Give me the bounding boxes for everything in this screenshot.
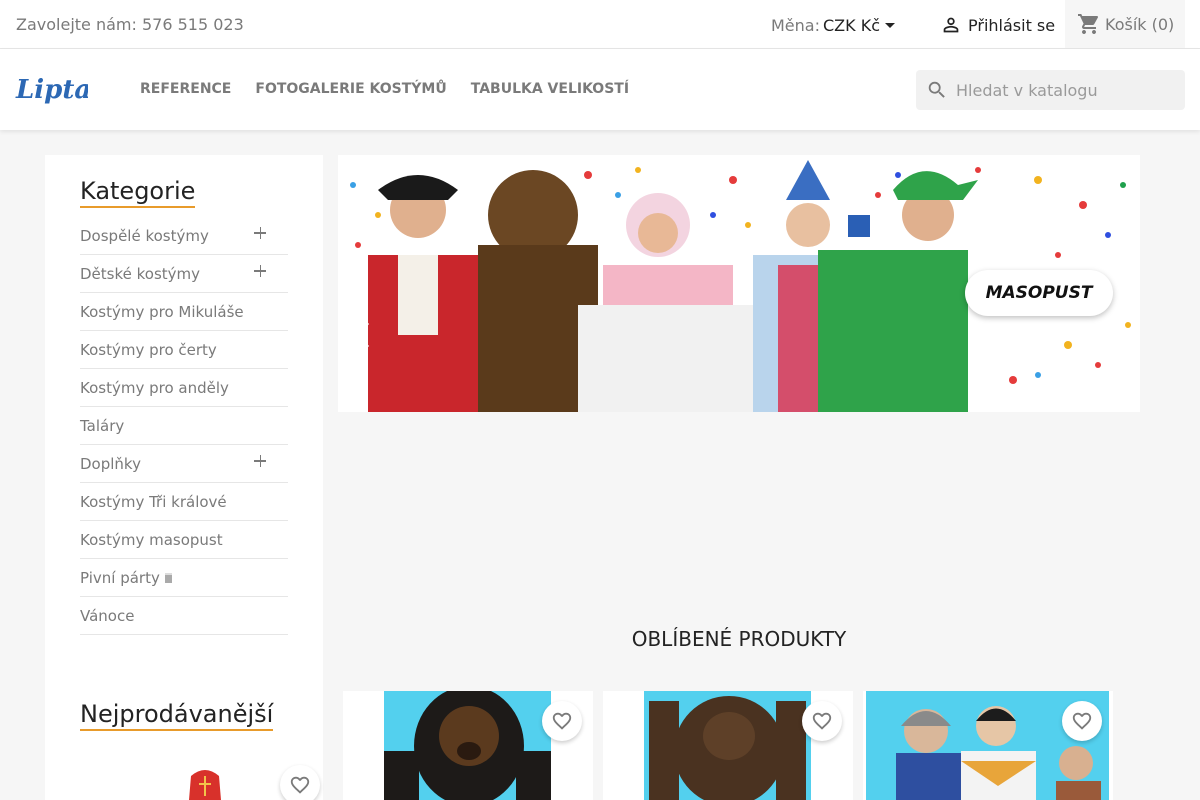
category-label: Pivní párty <box>80 568 160 587</box>
category-item-christmas[interactable]: Vánoce <box>80 597 288 635</box>
category-list: Dospělé kostýmy Dětské kostýmy Kostýmy p… <box>80 217 288 635</box>
contact-phone: Zavolejte nám: 576 515 023 <box>16 15 244 34</box>
featured-products-title: OBLÍBENÉ PRODUKTY <box>631 627 847 651</box>
category-label: Taláry <box>80 416 125 435</box>
category-label: Dětské kostýmy <box>80 264 201 283</box>
category-item-angels[interactable]: Kostýmy pro anděly <box>80 369 288 407</box>
category-label: Kostýmy pro Mikuláše <box>80 302 244 321</box>
wishlist-button[interactable] <box>802 701 842 741</box>
expand-plus-icon[interactable] <box>254 227 266 239</box>
top-bar: Zavolejte nám: 576 515 023 Měna: CZK Kč P… <box>0 0 1200 49</box>
beer-icon <box>164 572 172 583</box>
nav-reference[interactable]: REFERENCE <box>140 81 231 97</box>
currency-value: CZK Kč <box>822 16 880 35</box>
search-input[interactable] <box>954 70 1179 110</box>
category-label: Kostýmy Tři králové <box>80 492 227 511</box>
chevron-right-icon <box>1110 321 1127 349</box>
search-box <box>916 70 1185 110</box>
signin-link[interactable]: Přihlásit se <box>940 12 1055 38</box>
category-label: Kostýmy pro čerty <box>80 340 217 359</box>
main-nav: REFERENCE FOTOGALERIE KOSTÝMŮ TABULKA VE… <box>140 81 629 97</box>
category-label: Kostýmy pro anděly <box>80 378 229 397</box>
banner-badge: MASOPUST <box>965 270 1113 316</box>
category-item-adult-costumes[interactable]: Dospělé kostýmy <box>80 217 288 255</box>
heart-outline-icon <box>1072 712 1092 730</box>
heart-outline-icon <box>290 776 310 794</box>
signin-label: Přihlásit se <box>968 15 1056 35</box>
product-image[interactable] <box>644 691 811 800</box>
category-label: Vánoce <box>80 606 135 625</box>
cart-icon <box>1078 14 1099 34</box>
wishlist-button[interactable] <box>542 701 582 741</box>
chevron-left-icon <box>353 321 370 349</box>
caret-down-icon <box>884 23 895 28</box>
category-item-accessories[interactable]: Doplňky <box>80 445 288 483</box>
cart-button[interactable]: Košík (0) <box>1065 0 1185 48</box>
wishlist-button[interactable] <box>1062 701 1102 741</box>
main-header: Lipta REFERENCE FOTOGALERIE KOSTÝMŮ TABU… <box>0 49 1200 130</box>
category-title: Kategorie <box>80 177 196 208</box>
wishlist-button[interactable] <box>280 765 320 800</box>
category-item-beer-party[interactable]: Pivní párty <box>80 559 288 597</box>
category-label: Dospělé kostýmy <box>80 226 209 245</box>
site-logo[interactable]: Lipta <box>14 71 91 111</box>
left-column: Kategorie Dospělé kostýmy Dětské kostýmy… <box>45 155 323 800</box>
carousel-prev-button[interactable] <box>352 320 372 354</box>
category-item-children-costumes[interactable]: Dětské kostýmy <box>80 255 288 293</box>
hero-banner[interactable]: MASOPUST <box>338 155 1140 412</box>
currency-label: Měna: <box>771 16 820 35</box>
category-item-three-kings[interactable]: Kostýmy Tři králové <box>80 483 288 521</box>
nav-photo-gallery[interactable]: FOTOGALERIE KOSTÝMŮ <box>255 81 446 97</box>
category-item-masopust[interactable]: Kostýmy masopust <box>80 521 288 559</box>
cart-count: (0) <box>1151 14 1175 34</box>
product-card[interactable] <box>343 691 593 800</box>
logo-text: Lipta <box>15 75 88 105</box>
category-label: Kostýmy masopust <box>80 530 223 549</box>
carousel-next-button[interactable] <box>1108 320 1128 354</box>
expand-plus-icon[interactable] <box>254 265 266 277</box>
category-label: Doplňky <box>80 454 141 473</box>
heart-outline-icon <box>552 712 572 730</box>
category-item-gowns[interactable]: Taláry <box>80 407 288 445</box>
bestsellers-title: Nejprodávanější <box>80 700 274 731</box>
category-item-devils[interactable]: Kostýmy pro čerty <box>80 331 288 369</box>
product-card[interactable] <box>863 691 1113 800</box>
currency-selector[interactable]: Měna: CZK Kč <box>771 16 895 35</box>
product-card[interactable] <box>603 691 853 800</box>
search-icon[interactable] <box>926 79 948 101</box>
product-image[interactable] <box>384 691 551 800</box>
bestseller-product-image[interactable] <box>175 770 235 800</box>
expand-plus-icon[interactable] <box>254 455 266 467</box>
heart-outline-icon <box>812 712 832 730</box>
category-item-mikulas[interactable]: Kostýmy pro Mikuláše <box>80 293 288 331</box>
nav-size-table[interactable]: TABULKA VELIKOSTÍ <box>471 81 629 97</box>
user-icon <box>943 17 959 33</box>
cart-label: Košík <box>1105 14 1147 34</box>
